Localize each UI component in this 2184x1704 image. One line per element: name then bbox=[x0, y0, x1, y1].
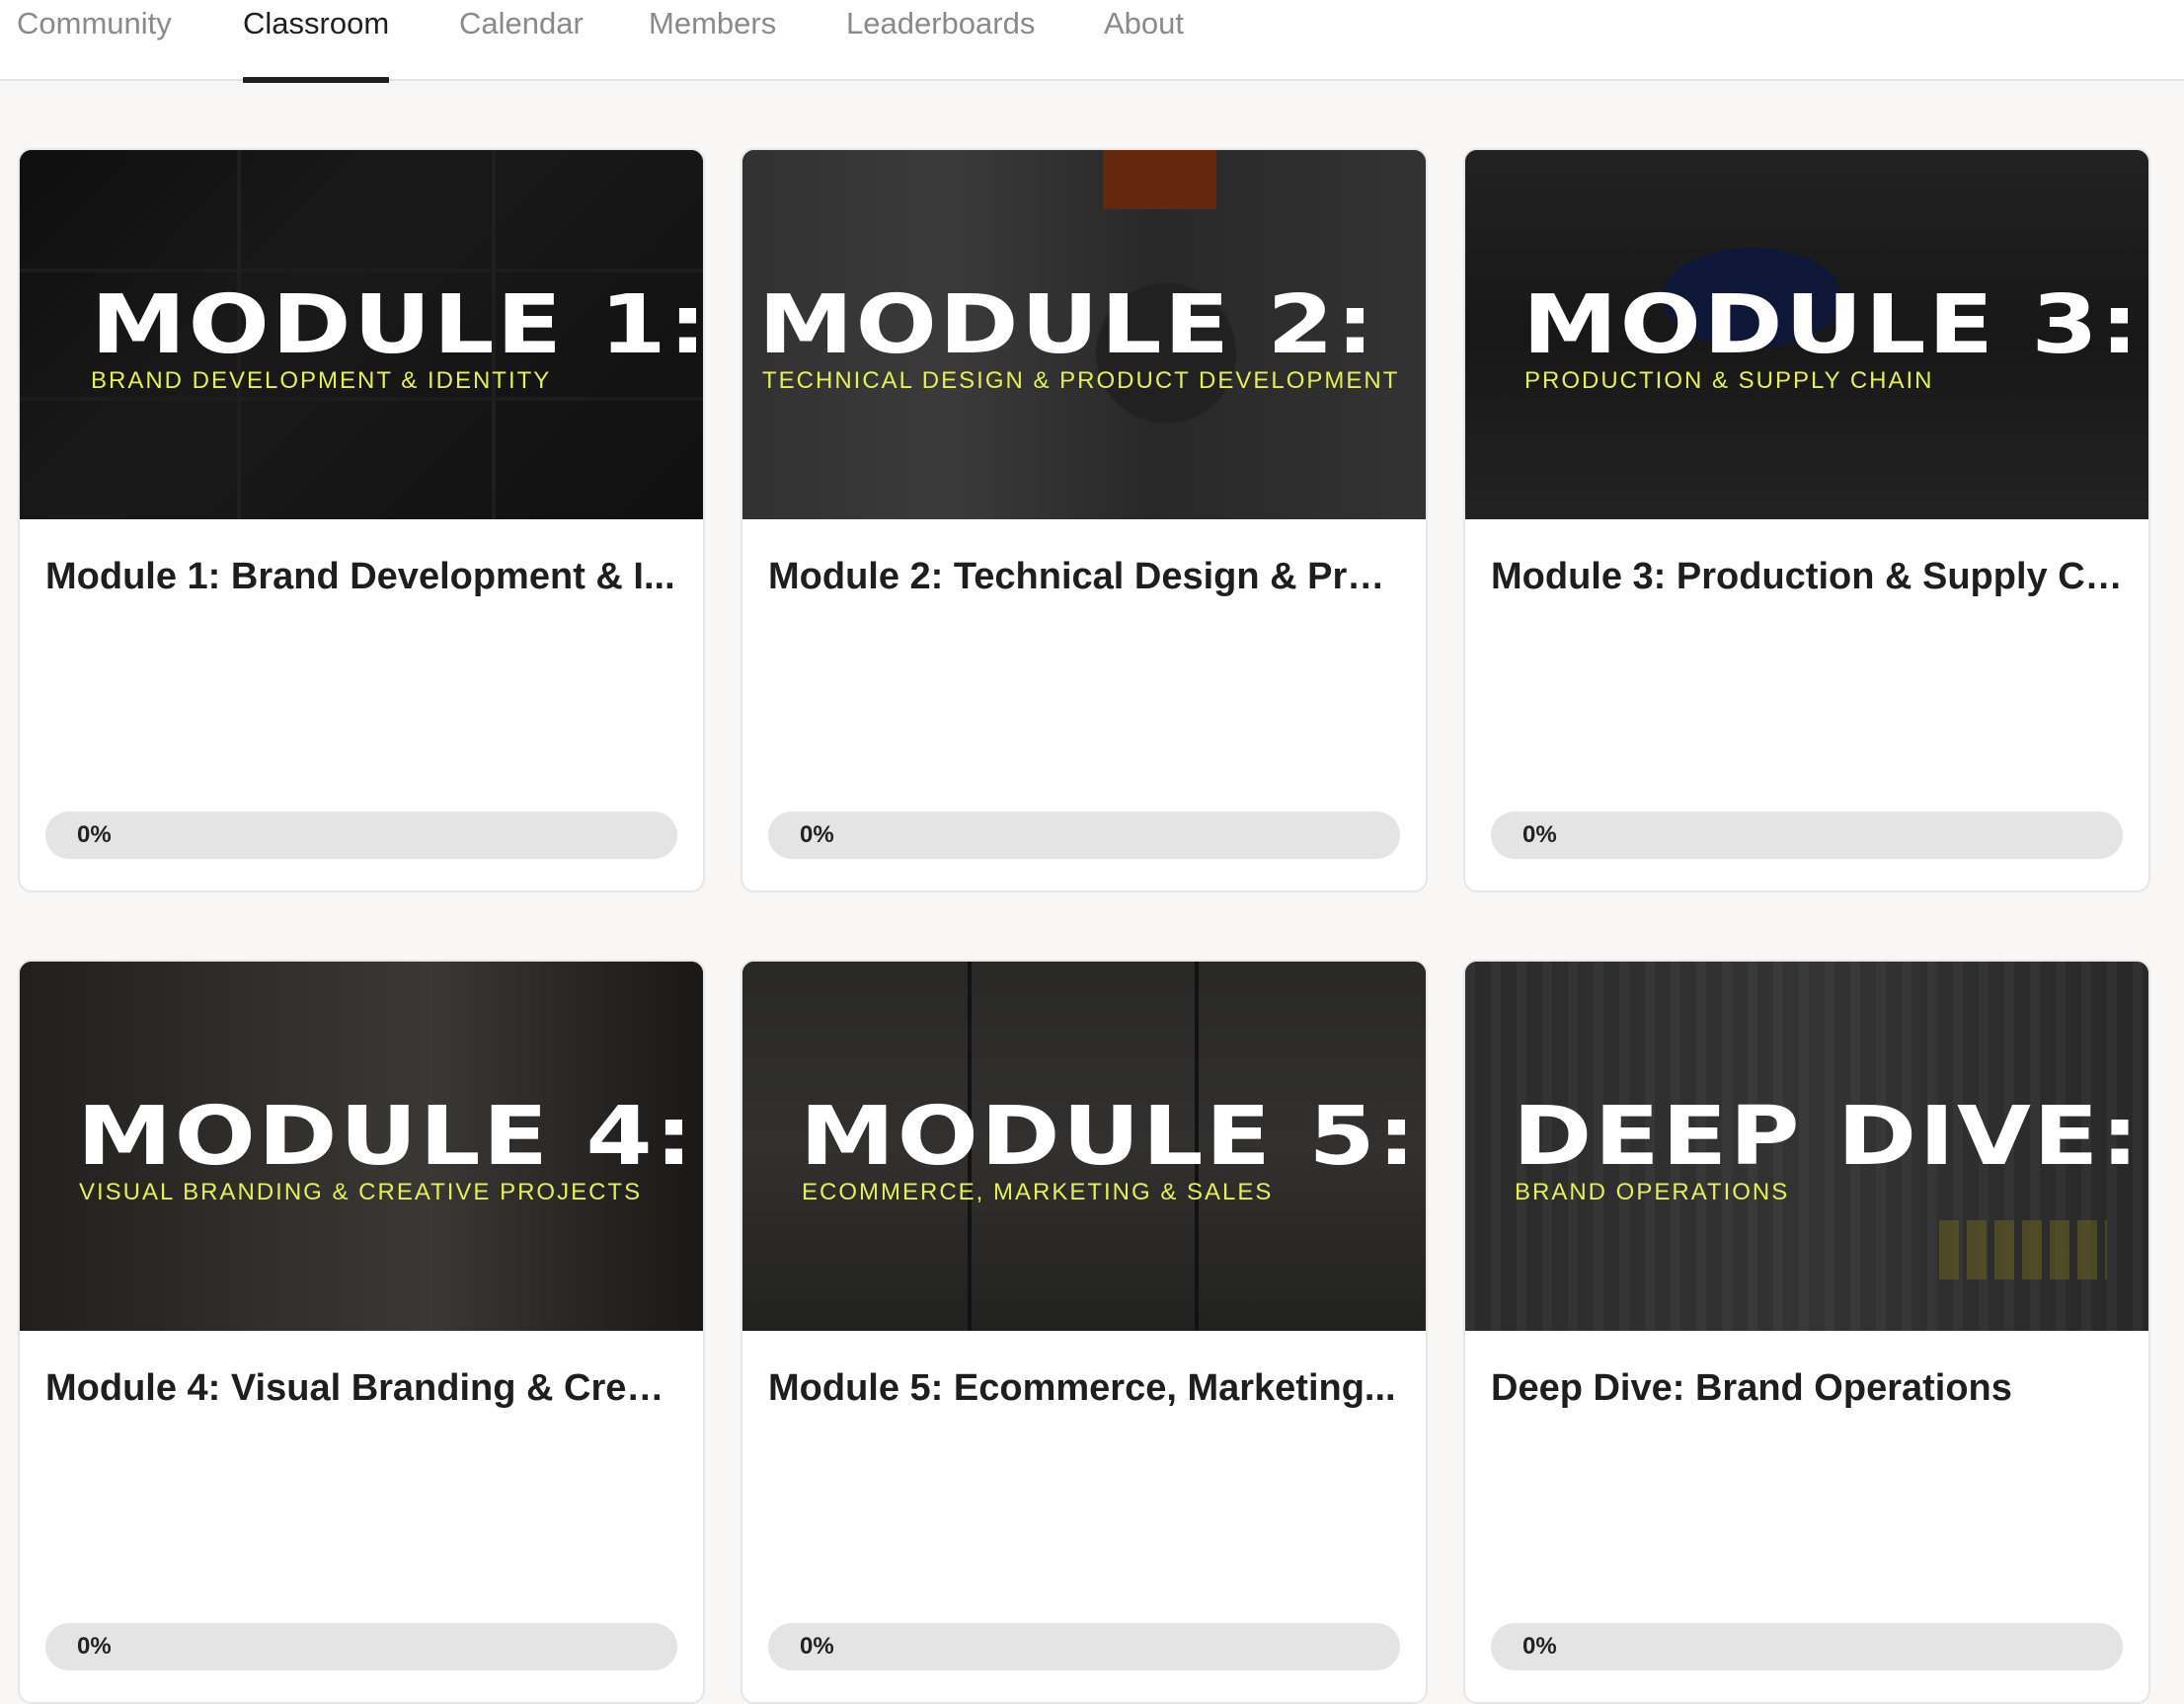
course-cover-image: MODULE 2: TECHNICAL DESIGN & PRODUCT DEV… bbox=[742, 150, 1426, 519]
progress-label: 0% bbox=[1522, 1633, 1557, 1660]
course-title: Module 3: Production & Supply Ch... bbox=[1491, 556, 2123, 597]
progress-label: 0% bbox=[800, 821, 834, 848]
tab-members[interactable]: Members bbox=[649, 0, 776, 81]
course-title: Module 4: Visual Branding & Crea... bbox=[45, 1367, 677, 1409]
progress-label: 0% bbox=[800, 1633, 834, 1660]
course-grid: MODULE 1: BRAND DEVELOPMENT & IDENTITY M… bbox=[18, 148, 2150, 1704]
tab-label: Community bbox=[17, 6, 172, 40]
course-title: Deep Dive: Brand Operations bbox=[1491, 1367, 2012, 1409]
cover-title: MODULE 3: bbox=[1522, 278, 2142, 372]
tab-label: Leaderboards bbox=[846, 6, 1036, 40]
progress-label: 0% bbox=[77, 821, 112, 848]
cover-text: MODULE 4: VISUAL BRANDING & CREATIVE PRO… bbox=[20, 1090, 703, 1206]
tab-label: Members bbox=[649, 6, 777, 40]
tab-label: Calendar bbox=[459, 6, 584, 40]
course-card[interactable]: MODULE 1: BRAND DEVELOPMENT & IDENTITY M… bbox=[18, 148, 705, 892]
progress-bar: 0% bbox=[1491, 812, 2123, 859]
tab-leaderboards[interactable]: Leaderboards bbox=[846, 0, 1035, 81]
progress-bar: 0% bbox=[1491, 1623, 2123, 1670]
progress-bar: 0% bbox=[768, 1623, 1400, 1670]
course-card[interactable]: MODULE 2: TECHNICAL DESIGN & PRODUCT DEV… bbox=[741, 148, 1428, 892]
course-title: Module 1: Brand Development & I... bbox=[45, 556, 675, 597]
course-card[interactable]: MODULE 5: ECOMMERCE, MARKETING & SALES M… bbox=[741, 960, 1428, 1704]
cover-title: MODULE 5: bbox=[800, 1090, 1419, 1184]
course-card[interactable]: MODULE 4: VISUAL BRANDING & CREATIVE PRO… bbox=[18, 960, 705, 1704]
tab-label: About bbox=[1104, 6, 1185, 40]
tab-label: Classroom bbox=[243, 6, 390, 40]
cover-title: MODULE 2: bbox=[758, 278, 1377, 372]
course-cover-image: MODULE 5: ECOMMERCE, MARKETING & SALES bbox=[742, 962, 1426, 1331]
cover-text: MODULE 2: TECHNICAL DESIGN & PRODUCT DEV… bbox=[742, 278, 1426, 395]
course-title: Module 2: Technical Design & Pro... bbox=[768, 556, 1400, 597]
course-cover-image: MODULE 4: VISUAL BRANDING & CREATIVE PRO… bbox=[20, 962, 703, 1331]
progress-bar: 0% bbox=[45, 1623, 677, 1670]
progress-bar: 0% bbox=[768, 812, 1400, 859]
cover-title: DEEP DIVE: bbox=[1513, 1090, 2142, 1184]
course-card[interactable]: DEEP DIVE: BRAND OPERATIONS Deep Dive: B… bbox=[1463, 960, 2150, 1704]
cover-title: MODULE 1: bbox=[91, 278, 703, 372]
tab-calendar[interactable]: Calendar bbox=[459, 0, 584, 81]
course-cover-image: MODULE 1: BRAND DEVELOPMENT & IDENTITY bbox=[20, 150, 703, 519]
cover-text: MODULE 3: PRODUCTION & SUPPLY CHAIN bbox=[1465, 278, 2148, 395]
course-title: Module 5: Ecommerce, Marketing... bbox=[768, 1367, 1396, 1409]
progress-label: 0% bbox=[1522, 821, 1557, 848]
progress-bar: 0% bbox=[45, 812, 677, 859]
cover-title: MODULE 4: bbox=[77, 1090, 696, 1184]
course-cover-image: DEEP DIVE: BRAND OPERATIONS bbox=[1465, 962, 2148, 1331]
tab-community[interactable]: Community bbox=[17, 0, 172, 81]
cover-text: MODULE 1: BRAND DEVELOPMENT & IDENTITY bbox=[20, 278, 703, 395]
top-navigation: Community Classroom Calendar Members Lea… bbox=[0, 0, 2184, 83]
course-cover-image: MODULE 3: PRODUCTION & SUPPLY CHAIN bbox=[1465, 150, 2148, 519]
cover-text: DEEP DIVE: BRAND OPERATIONS bbox=[1465, 1090, 2148, 1206]
progress-label: 0% bbox=[77, 1633, 112, 1660]
tab-about[interactable]: About bbox=[1104, 0, 1184, 81]
course-card[interactable]: MODULE 3: PRODUCTION & SUPPLY CHAIN Modu… bbox=[1463, 148, 2150, 892]
cover-text: MODULE 5: ECOMMERCE, MARKETING & SALES bbox=[742, 1090, 1426, 1206]
active-tab-indicator bbox=[243, 77, 390, 83]
tab-classroom[interactable]: Classroom bbox=[243, 0, 390, 83]
